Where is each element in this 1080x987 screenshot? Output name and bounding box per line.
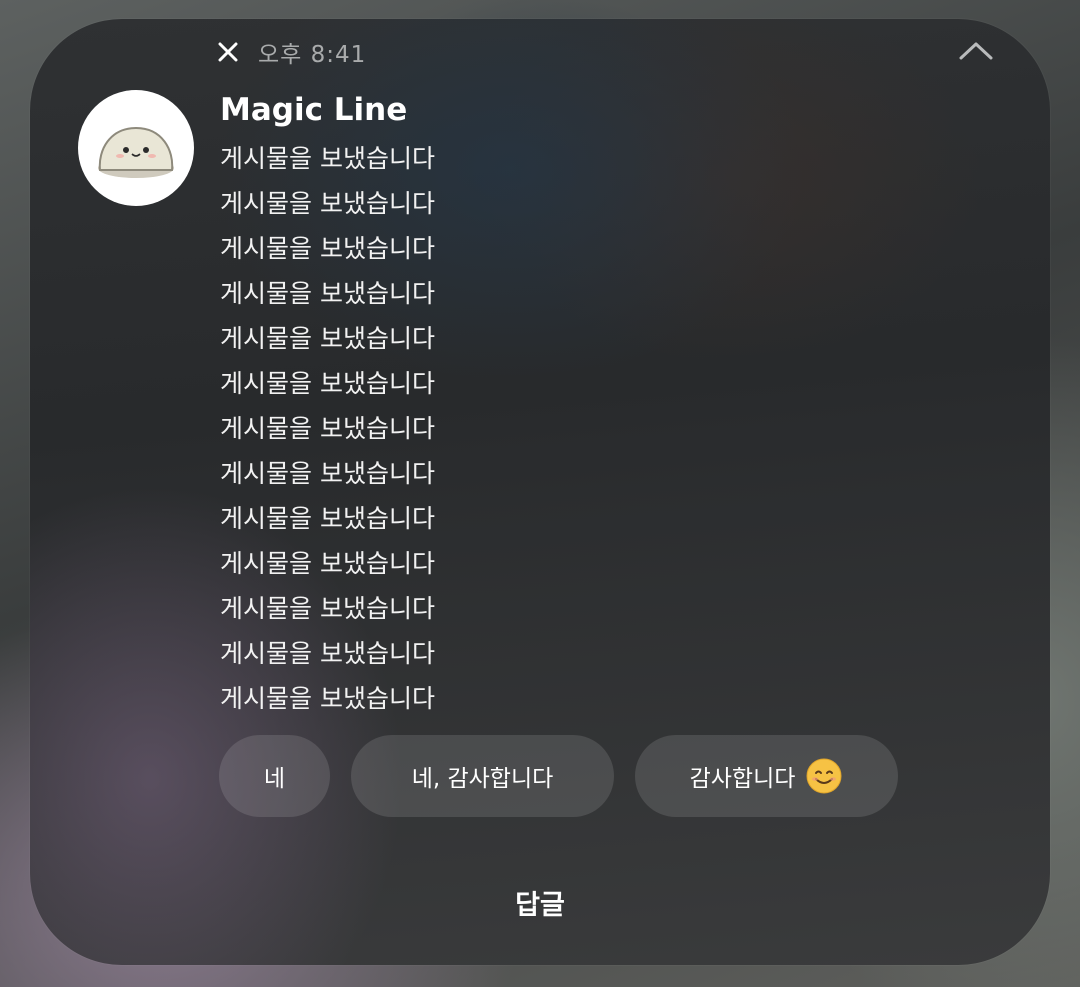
message-line: 게시물을 보냈습니다	[220, 189, 435, 218]
message-line: 게시물을 보냈습니다	[220, 684, 435, 713]
chevron-up-icon[interactable]	[958, 36, 994, 66]
avatar	[78, 90, 194, 206]
smiling-face-icon	[805, 757, 843, 795]
message-line: 게시물을 보냈습니다	[220, 639, 435, 668]
quick-reply-thanks-button[interactable]: 감사합니다	[635, 735, 898, 817]
message-line: 게시물을 보냈습니다	[220, 594, 435, 623]
message-line: 게시물을 보냈습니다	[220, 324, 435, 353]
notification-time: 오후 8:41	[258, 42, 367, 68]
quick-reply-yes-button[interactable]: 네	[219, 735, 330, 817]
message-line: 게시물을 보냈습니다	[220, 144, 435, 173]
quick-reply-label: 네, 감사합니다	[411, 766, 554, 792]
mochi-character-icon	[98, 126, 174, 178]
x-logo-icon	[218, 42, 238, 62]
message-line: 게시물을 보냈습니다	[220, 234, 435, 263]
quick-reply-label: 감사합니다	[689, 766, 796, 792]
message-line: 게시물을 보냈습니다	[220, 549, 435, 578]
quick-reply-yes-thanks-button[interactable]: 네, 감사합니다	[351, 735, 614, 817]
message-line: 게시물을 보냈습니다	[220, 279, 435, 308]
message-line: 게시물을 보냈습니다	[220, 369, 435, 398]
message-line: 게시물을 보냈습니다	[220, 459, 435, 488]
message-line: 게시물을 보냈습니다	[220, 504, 435, 533]
message-list: 게시물을 보냈습니다 게시물을 보냈습니다 게시물을 보냈습니다 게시물을 보냈…	[220, 136, 435, 721]
sender-name: Magic Line	[220, 92, 408, 128]
reply-button[interactable]: 답글	[480, 872, 600, 932]
message-line: 게시물을 보냈습니다	[220, 414, 435, 443]
quick-reply-label: 네	[263, 766, 286, 792]
notification-header: 오후 8:41	[218, 34, 366, 70]
